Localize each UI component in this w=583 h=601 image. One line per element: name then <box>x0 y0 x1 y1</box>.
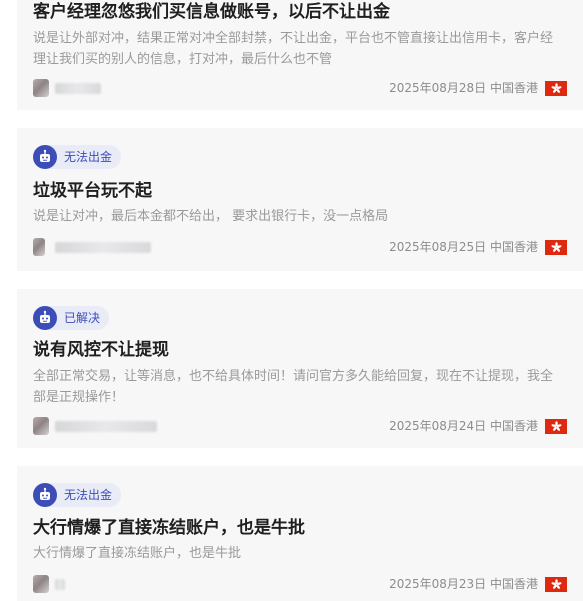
status-badge-label: 已解决 <box>64 311 101 325</box>
complaint-description: 全部正常交易，让等消息，也不给具体时间！请问官方多久能给回复，现在不让提现，我全… <box>33 369 554 405</box>
complaint-title[interactable]: 客户经理忽悠我们买信息做账号，以后不让出金 <box>33 1 390 23</box>
complaint-region: 中国香港 <box>489 419 538 433</box>
status-badge: 无法出金 <box>33 483 122 507</box>
avatar <box>33 79 49 97</box>
status-badge: 无法出金 <box>33 145 122 169</box>
complaint-date-region: 2025年08月23日 中国香港 <box>389 574 538 594</box>
complaint-meta: 2025年08月28日 中国香港 <box>33 78 567 98</box>
avatar <box>33 417 49 435</box>
complaint-card[interactable]: 无法出金 垃圾平台玩不起 说是让对冲，最后本金都不给出， 要求出银行卡，没一点格… <box>17 128 583 271</box>
complaint-region: 中国香港 <box>489 577 538 591</box>
status-badge-label: 无法出金 <box>64 488 113 502</box>
complaint-region: 中国香港 <box>489 81 538 95</box>
complaint-card[interactable]: 客户经理忽悠我们买信息做账号，以后不让出金 说是让外部对冲，结果正常对冲全部封禁… <box>17 0 583 110</box>
complaint-card[interactable]: 无法出金 大行情爆了直接冻结账户，也是牛批 大行情爆了直接冻结账户，也是牛批 2… <box>17 466 583 601</box>
complaint-description: 说是让对冲，最后本金都不给出， 要求出银行卡，没一点格局 <box>33 209 389 224</box>
complaint-date-region: 2025年08月28日 中国香港 <box>389 78 538 98</box>
complaint-date: 2025年08月28日 <box>389 81 487 95</box>
robot-icon <box>33 145 57 169</box>
complaint-meta: 2025年08月25日 中国香港 <box>33 237 567 257</box>
complaint-card[interactable]: 已解决 说有风控不让提现 全部正常交易，让等消息，也不给具体时间！请问官方多久能… <box>17 289 583 448</box>
hong-kong-flag-icon <box>545 81 567 96</box>
complaint-description: 说是让外部对冲，结果正常对冲全部封禁，不让出金，平台也不管直接让出信用卡，客户经… <box>33 31 554 67</box>
hong-kong-flag-icon <box>545 240 567 255</box>
complaint-title[interactable]: 说有风控不让提现 <box>33 339 169 361</box>
complaint-title[interactable]: 垃圾平台玩不起 <box>33 180 152 202</box>
robot-icon <box>33 483 57 507</box>
complaint-date: 2025年08月25日 <box>389 240 487 254</box>
status-badge-label: 无法出金 <box>64 150 113 164</box>
blurred-username <box>55 579 65 590</box>
complaint-title[interactable]: 大行情爆了直接冻结账户，也是牛批 <box>33 517 305 539</box>
blurred-username <box>55 421 157 432</box>
complaint-meta: 2025年08月23日 中国香港 <box>33 574 567 594</box>
status-badge: 已解决 <box>33 306 110 330</box>
complaint-date-region: 2025年08月25日 中国香港 <box>389 237 538 257</box>
robot-icon <box>33 306 57 330</box>
complaint-meta: 2025年08月24日 中国香港 <box>33 416 567 436</box>
avatar <box>33 575 49 593</box>
complaint-date: 2025年08月23日 <box>389 577 487 591</box>
hong-kong-flag-icon <box>545 577 567 592</box>
complaint-date: 2025年08月24日 <box>389 419 487 433</box>
avatar <box>33 238 45 256</box>
hong-kong-flag-icon <box>545 419 567 434</box>
complaint-region: 中国香港 <box>489 240 538 254</box>
blurred-username <box>55 83 101 94</box>
complaint-description: 大行情爆了直接冻结账户，也是牛批 <box>33 546 242 561</box>
blurred-username <box>55 242 151 253</box>
complaint-date-region: 2025年08月24日 中国香港 <box>389 416 538 436</box>
